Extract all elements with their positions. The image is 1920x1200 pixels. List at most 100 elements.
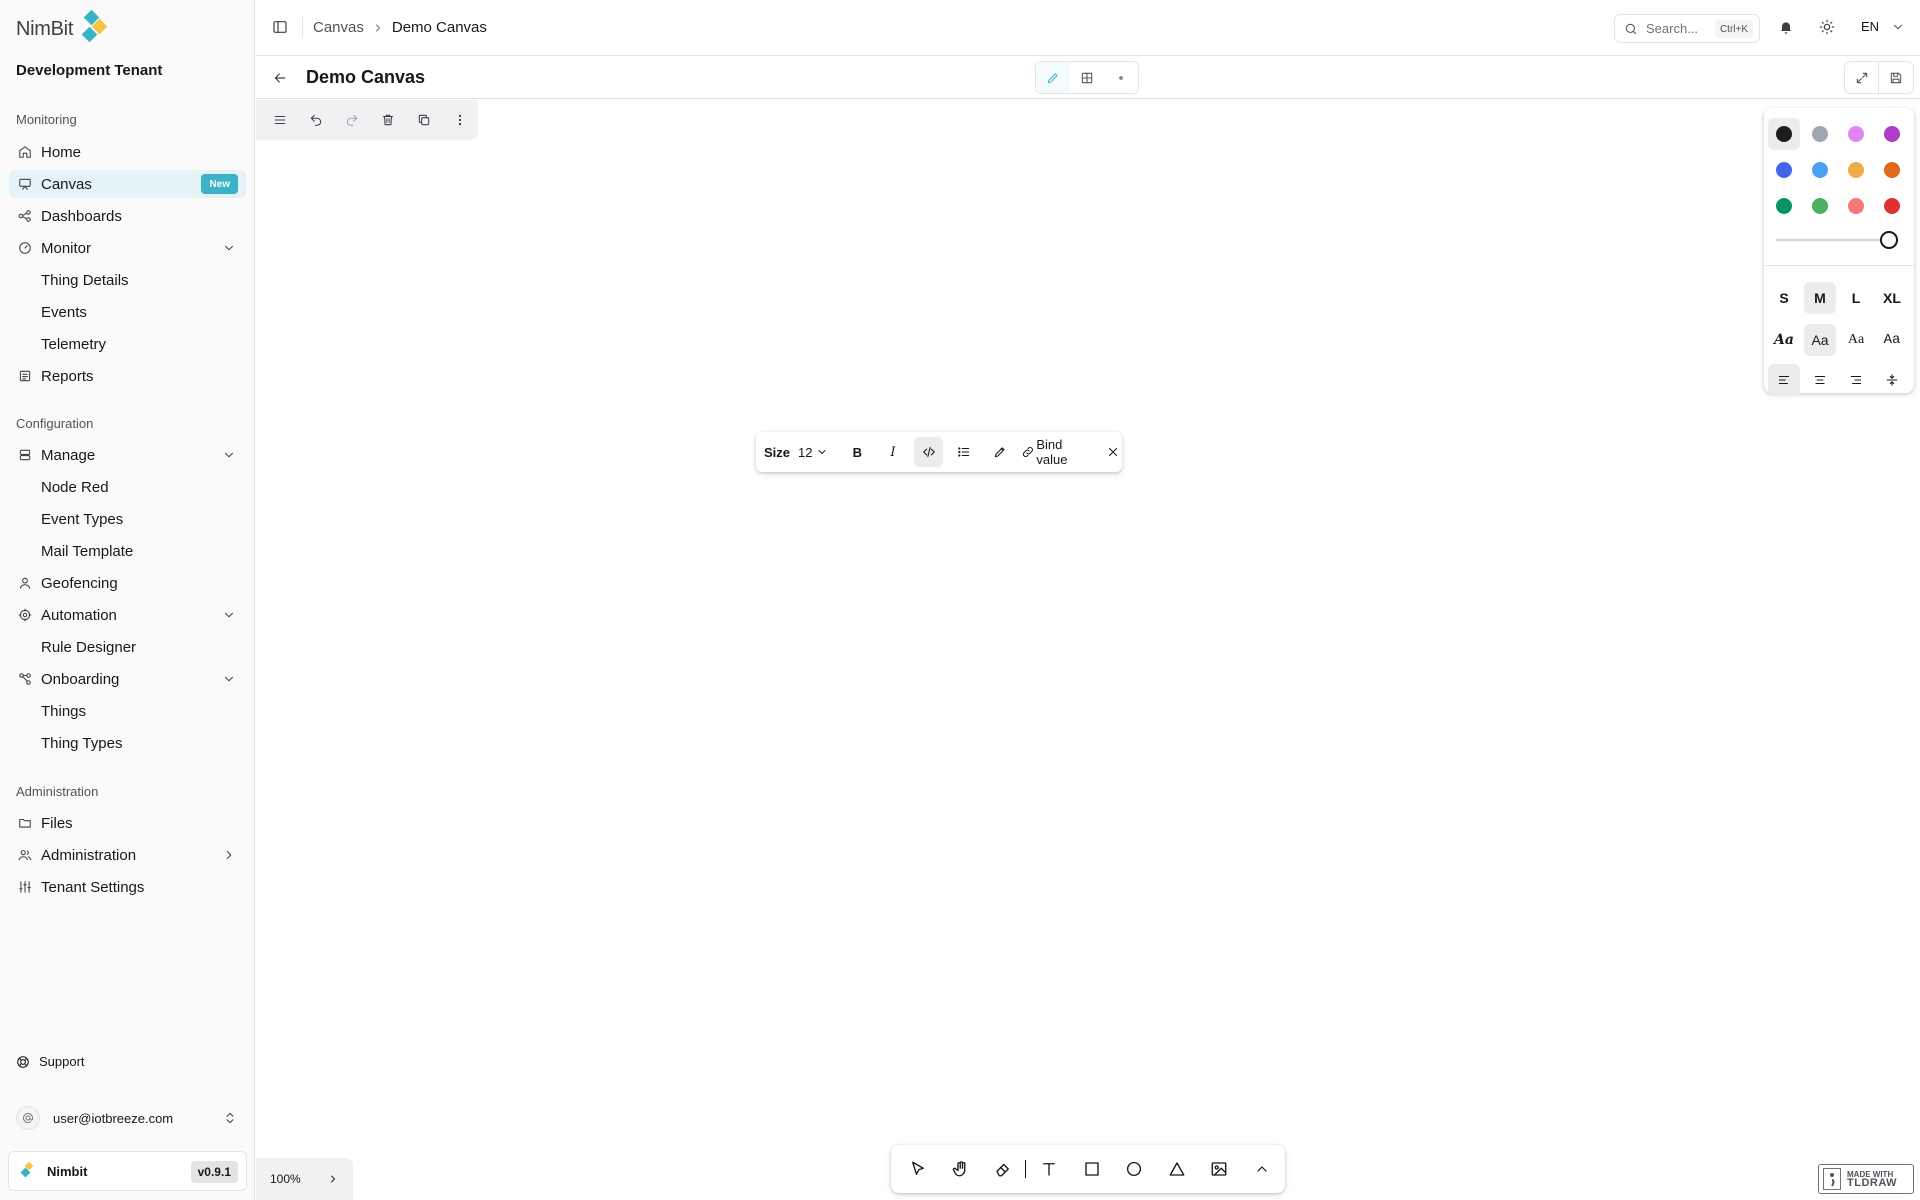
text-tool[interactable] [1030, 1149, 1069, 1189]
chevron-down-icon[interactable] [222, 672, 236, 686]
font-size-value: 12 [798, 444, 813, 460]
select-tool[interactable] [899, 1149, 938, 1189]
italic-button[interactable]: I [878, 437, 908, 467]
color-swatch[interactable] [1876, 118, 1908, 150]
color-swatch[interactable] [1840, 118, 1872, 150]
eraser-tool[interactable] [984, 1149, 1023, 1189]
sidebar-item-event-types[interactable]: Event Types [32, 505, 246, 533]
font-size-select[interactable]: 12 [798, 445, 828, 460]
edit-mode-button[interactable] [1036, 62, 1070, 93]
rectangle-tool[interactable] [1072, 1149, 1111, 1189]
delete-button[interactable] [370, 102, 406, 138]
breadcrumb-canvas[interactable]: Canvas [313, 19, 364, 36]
color-swatch[interactable] [1804, 190, 1836, 222]
sidebar-item-dashboards[interactable]: Dashboards [9, 202, 246, 230]
sun-icon[interactable] [1819, 19, 1835, 35]
sidebar-item-mail-template[interactable]: Mail Template [32, 537, 246, 565]
close-button[interactable] [1104, 443, 1122, 461]
align-left-button[interactable] [1768, 364, 1800, 396]
sidebar-item-things[interactable]: Things [32, 697, 246, 725]
undo-button[interactable] [298, 102, 334, 138]
bold-button[interactable]: B [842, 437, 872, 467]
image-tool[interactable] [1200, 1149, 1239, 1189]
opacity-slider-handle[interactable] [1880, 231, 1898, 249]
size-xl-button[interactable]: XL [1876, 282, 1908, 314]
app-switcher[interactable]: Nimbit v0.9.1 [8, 1151, 247, 1191]
size-s-button[interactable]: S [1768, 282, 1800, 314]
drawing-canvas[interactable]: S M L XL Aa Aa Aa Aa Size 12 B I Bind va… [256, 100, 1920, 1200]
chevron-down-icon[interactable] [222, 608, 236, 622]
triangle-tool[interactable] [1157, 1149, 1196, 1189]
support-link[interactable]: Support [16, 1054, 85, 1069]
user-menu[interactable]: user@iotbreeze.com [8, 1101, 247, 1135]
search-input[interactable]: Search... Ctrl+K [1614, 14, 1760, 43]
size-m-button[interactable]: M [1804, 282, 1836, 314]
ellipse-tool[interactable] [1115, 1149, 1154, 1189]
color-swatch[interactable] [1876, 190, 1908, 222]
sidebar-item-thing-types[interactable]: Thing Types [32, 729, 246, 757]
font-draw-button[interactable]: Aa [1768, 324, 1800, 356]
color-swatch[interactable] [1804, 154, 1836, 186]
color-swatch[interactable] [1804, 118, 1836, 150]
sidebar-item-label: Administration [41, 846, 137, 864]
sidebar-item-canvas[interactable]: Canvas New [9, 170, 246, 198]
color-swatch[interactable] [1768, 190, 1800, 222]
sidebar-item-monitor[interactable]: Monitor [9, 234, 246, 262]
sidebar-item-tenant-settings[interactable]: Tenant Settings [9, 873, 246, 901]
color-swatch[interactable] [1840, 190, 1872, 222]
fullscreen-button[interactable] [1845, 62, 1880, 93]
language-selector[interactable]: EN [1861, 19, 1905, 34]
sidebar-item-onboarding[interactable]: Onboarding [9, 665, 246, 693]
vertical-align-button[interactable] [1876, 364, 1908, 396]
chevron-down-icon[interactable] [222, 448, 236, 462]
grid-mode-button[interactable] [1070, 62, 1104, 93]
highlight-button[interactable] [985, 437, 1015, 467]
sidebar-item-reports[interactable]: Reports [9, 362, 246, 390]
sidebar-item-administration[interactable]: Administration [9, 841, 246, 869]
bell-icon[interactable] [1778, 19, 1794, 35]
sidebar-item-rule-designer[interactable]: Rule Designer [32, 633, 246, 661]
sidebar-item-geofencing[interactable]: Geofencing [9, 569, 246, 597]
dot-mode-button[interactable] [1104, 62, 1138, 93]
tldraw-watermark[interactable]: MADE WITH TLDRAW [1818, 1164, 1914, 1194]
arrow-left-icon[interactable] [272, 70, 288, 86]
sidebar-item-files[interactable]: Files [9, 809, 246, 837]
sidebar-item-telemetry[interactable]: Telemetry [32, 330, 246, 358]
chevron-right-icon[interactable] [222, 848, 236, 862]
sidebar-item-label: Files [41, 814, 73, 832]
color-swatch[interactable] [1768, 154, 1800, 186]
tenant-name[interactable]: Development Tenant [16, 62, 162, 79]
align-right-button[interactable] [1840, 364, 1872, 396]
chevron-right-icon[interactable] [327, 1173, 339, 1185]
sidebar-item-home[interactable]: Home [9, 138, 246, 166]
redo-button[interactable] [334, 102, 370, 138]
sidebar-toggle-icon[interactable] [272, 19, 288, 35]
color-swatch[interactable] [1840, 154, 1872, 186]
list-button[interactable] [949, 437, 979, 467]
sidebar-item-node-red[interactable]: Node Red [32, 473, 246, 501]
opacity-slider-track[interactable] [1776, 239, 1888, 241]
duplicate-button[interactable] [406, 102, 442, 138]
font-sans-button[interactable]: Aa [1804, 324, 1836, 356]
align-center-button[interactable] [1804, 364, 1836, 396]
color-swatch[interactable] [1876, 154, 1908, 186]
size-l-button[interactable]: L [1840, 282, 1872, 314]
sidebar-item-events[interactable]: Events [32, 298, 246, 326]
more-button[interactable] [442, 102, 478, 138]
sidebar-item-manage[interactable]: Manage [9, 441, 246, 469]
zoom-level[interactable]: 100% [270, 1172, 301, 1186]
chevron-down-icon[interactable] [222, 241, 236, 255]
color-swatch[interactable] [1768, 118, 1800, 150]
save-button[interactable] [1879, 62, 1913, 93]
font-mono-button[interactable]: Aa [1876, 324, 1908, 356]
bind-value-button[interactable]: Bind value [1021, 437, 1097, 467]
sidebar-item-thing-details[interactable]: Thing Details [32, 266, 246, 294]
main-menu-button[interactable] [262, 102, 298, 138]
logo-text: NimBit [16, 17, 74, 40]
hand-tool[interactable] [942, 1149, 981, 1189]
sidebar-item-automation[interactable]: Automation [9, 601, 246, 629]
code-button[interactable] [913, 437, 944, 467]
logo[interactable]: NimBit [16, 8, 108, 50]
more-tools-button[interactable] [1242, 1149, 1281, 1189]
font-serif-button[interactable]: Aa [1840, 324, 1872, 356]
